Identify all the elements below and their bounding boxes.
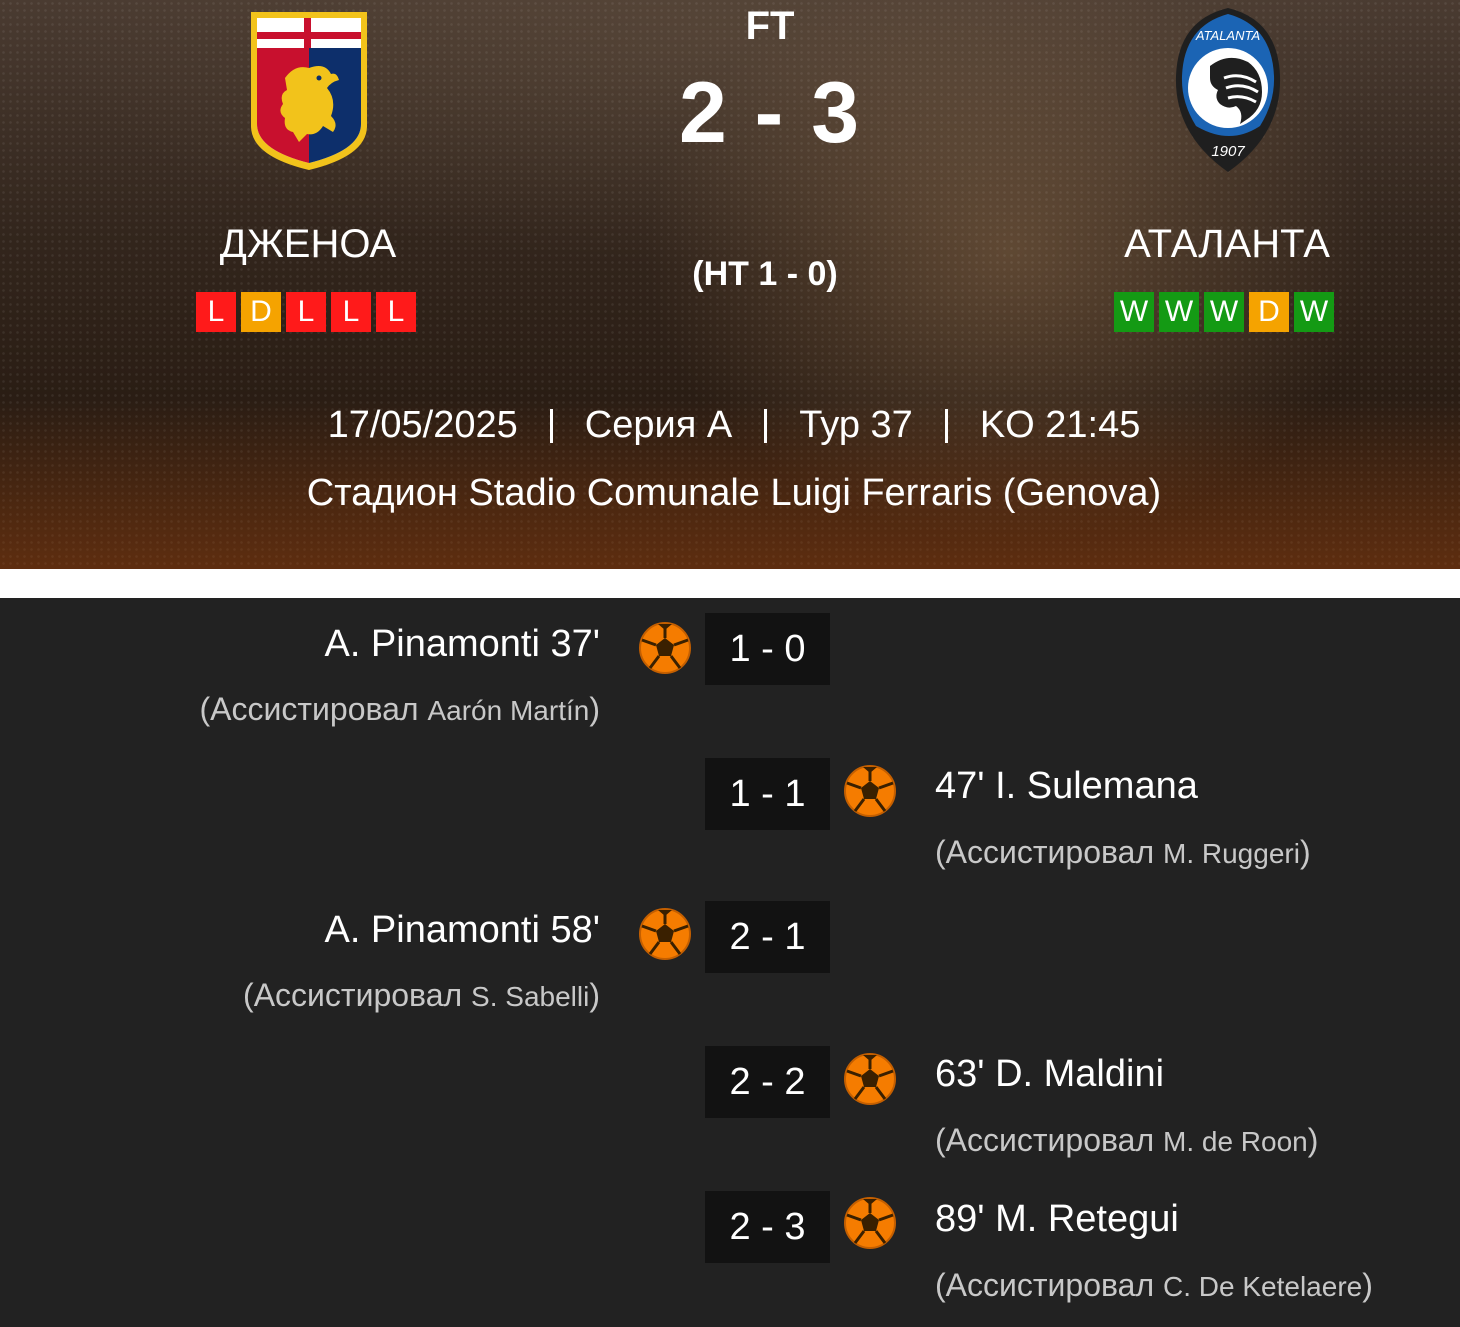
assist-suffix: ) <box>1362 1267 1373 1303</box>
assist-player[interactable]: Aarón Martín <box>427 695 589 726</box>
form-result-badge: W <box>1159 292 1199 332</box>
home-team-name[interactable]: ДЖЕНОА <box>143 222 473 267</box>
away-team-name[interactable]: АТАЛАНТА <box>1062 222 1392 267</box>
goal-ball-icon <box>844 765 896 817</box>
goal-ball-icon <box>639 908 691 960</box>
match-meta: 17/05/2025 Серия А Тур 37 KO 21:45 <box>0 404 1460 447</box>
goal-assist: (Ассистировал M. Ruggeri) <box>935 834 1311 871</box>
goal-scorer[interactable]: 89' M. Retegui <box>935 1198 1179 1241</box>
goal-assist: (Ассистировал S. Sabelli) <box>243 977 600 1014</box>
competition-link[interactable]: Серия А <box>585 404 732 447</box>
match-date: 17/05/2025 <box>327 404 518 446</box>
form-result-badge: W <box>1204 292 1244 332</box>
atalanta-crest-year: 1907 <box>1211 143 1245 160</box>
form-result-badge: L <box>376 292 416 332</box>
goal-scorer[interactable]: 63' D. Maldini <box>935 1053 1164 1096</box>
running-score: 1 - 1 <box>705 758 830 830</box>
form-result-badge: L <box>286 292 326 332</box>
away-form: W W W D W <box>1114 292 1334 332</box>
assist-prefix: (Ассистировал <box>935 1267 1163 1303</box>
goal-events-list: A. Pinamonti 37' (Ассистировал Aarón Mar… <box>0 598 1460 1327</box>
form-result-badge: W <box>1114 292 1154 332</box>
assist-player[interactable]: S. Sabelli <box>471 981 589 1012</box>
goal-assist: (Ассистировал M. de Roon) <box>935 1122 1318 1159</box>
form-result-badge: D <box>1249 292 1289 332</box>
kickoff-time: KO 21:45 <box>979 404 1141 446</box>
running-score: 2 - 3 <box>705 1191 830 1263</box>
assist-suffix: ) <box>589 977 600 1013</box>
goal-event: A. Pinamonti 37' (Ассистировал Aarón Mar… <box>0 613 1460 743</box>
goal-ball-icon <box>639 622 691 674</box>
assist-player[interactable]: C. De Ketelaere <box>1163 1271 1362 1302</box>
goal-event: A. Pinamonti 58' (Ассистировал S. Sabell… <box>0 901 1460 1031</box>
goal-event: 2 - 3 89' M. Retegui (Ассистировал C. De… <box>0 1191 1460 1321</box>
genoa-crest-icon[interactable] <box>247 8 371 173</box>
form-result-badge: L <box>196 292 236 332</box>
running-score: 2 - 1 <box>705 901 830 973</box>
match-venue: Стадион Stadio Comunale Luigi Ferraris (… <box>306 472 1162 514</box>
assist-prefix: (Ассистировал <box>935 1122 1163 1158</box>
goal-assist: (Ассистировал Aarón Martín) <box>199 691 600 728</box>
assist-suffix: ) <box>1299 834 1311 870</box>
form-result-badge: W <box>1294 292 1334 332</box>
goal-event: 2 - 2 63' D. Maldini (Ассистировал M. de… <box>0 1046 1460 1176</box>
goal-assist: (Ассистировал C. De Ketelaere) <box>935 1267 1373 1304</box>
running-score: 1 - 0 <box>705 613 830 685</box>
running-score: 2 - 2 <box>705 1046 830 1118</box>
section-divider <box>0 569 1460 598</box>
assist-suffix: ) <box>589 691 600 727</box>
meta-separator <box>549 408 553 443</box>
goal-event: 1 - 1 47' I. Sulemana (Ассистировал M. R… <box>0 758 1460 888</box>
meta-separator <box>764 408 768 443</box>
goal-scorer[interactable]: A. Pinamonti 37' <box>324 623 600 666</box>
match-header: FT 2 - 3 ATALANTA 1907 ДЖЕНОА АТАЛАНТА (… <box>0 0 1460 569</box>
assist-player[interactable]: M. de Roon <box>1163 1126 1308 1157</box>
assist-player[interactable]: M. Ruggeri <box>1163 838 1300 869</box>
atalanta-crest-text: ATALANTA <box>1195 28 1260 43</box>
goal-scorer[interactable]: 47' I. Sulemana <box>935 765 1198 808</box>
home-form: L D L L L <box>196 292 416 332</box>
meta-separator <box>944 408 948 443</box>
match-round: Тур 37 <box>799 404 913 446</box>
atalanta-crest-icon[interactable]: ATALANTA 1907 <box>1170 6 1286 174</box>
assist-prefix: (Ассистировал <box>935 834 1163 870</box>
assist-suffix: ) <box>1307 1122 1319 1158</box>
assist-prefix: (Ассистировал <box>199 691 428 727</box>
halftime-score: (HT 1 - 0) <box>692 255 838 293</box>
form-result-badge: L <box>331 292 371 332</box>
match-status: FT <box>745 4 795 48</box>
form-result-badge: D <box>241 292 281 332</box>
goal-scorer[interactable]: A. Pinamonti 58' <box>324 909 600 952</box>
assist-prefix: (Ассистировал <box>243 977 472 1013</box>
final-score: 2 - 3 <box>678 65 862 161</box>
goal-ball-icon <box>844 1053 896 1105</box>
goal-ball-icon <box>844 1197 896 1249</box>
